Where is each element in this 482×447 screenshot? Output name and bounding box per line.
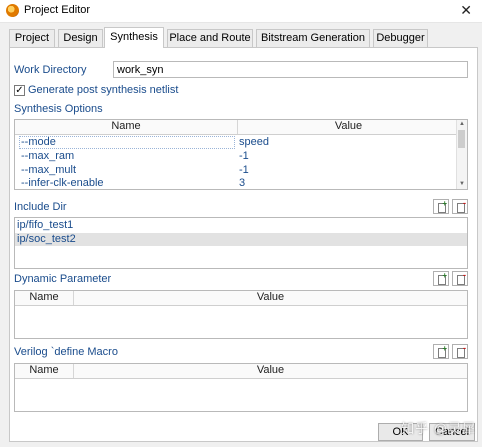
list-item[interactable]: ip/soc_test2 bbox=[15, 233, 467, 246]
remove-define-macro-button[interactable]: - bbox=[452, 344, 468, 359]
add-define-macro-button[interactable]: + bbox=[433, 344, 449, 359]
scrollbar-thumb[interactable] bbox=[458, 130, 465, 148]
generate-netlist-checkbox[interactable]: ✓ bbox=[14, 85, 25, 96]
tab-project[interactable]: Project bbox=[9, 29, 55, 47]
column-header-name[interactable]: Name bbox=[15, 291, 73, 305]
column-header-name[interactable]: Name bbox=[15, 120, 237, 134]
table-row[interactable]: --infer-clk-enable 3 bbox=[15, 177, 459, 189]
column-header-name[interactable]: Name bbox=[15, 364, 73, 378]
column-header-value[interactable]: Value bbox=[74, 364, 467, 378]
table-row[interactable]: --mode speed bbox=[15, 136, 459, 149]
close-icon[interactable]: ✕ bbox=[460, 2, 472, 19]
option-value[interactable]: speed bbox=[239, 136, 269, 149]
scroll-up-icon[interactable]: ▲ bbox=[457, 120, 467, 129]
synthesis-options-label: Synthesis Options bbox=[14, 103, 103, 115]
tab-design[interactable]: Design bbox=[58, 29, 103, 47]
include-dir-label: Include Dir bbox=[14, 201, 67, 213]
table-row[interactable]: --max_mult -1 bbox=[15, 164, 459, 177]
app-logo-icon bbox=[6, 4, 19, 17]
column-header-value[interactable]: Value bbox=[74, 291, 467, 305]
option-value[interactable]: -1 bbox=[239, 164, 249, 177]
scroll-down-icon[interactable]: ▼ bbox=[457, 180, 467, 189]
title-bar: Project Editor ✕ bbox=[0, 0, 482, 23]
option-value[interactable]: -1 bbox=[239, 150, 249, 163]
remove-include-dir-button[interactable]: - bbox=[452, 199, 468, 214]
dynamic-parameter-table: Name Value bbox=[14, 290, 468, 339]
table-header: Name Value bbox=[15, 364, 467, 379]
add-dynamic-parameter-button[interactable]: + bbox=[433, 271, 449, 286]
remove-dynamic-parameter-button[interactable]: - bbox=[452, 271, 468, 286]
work-directory-label: Work Directory bbox=[14, 64, 87, 76]
column-header-value[interactable]: Value bbox=[238, 120, 459, 134]
table-row[interactable]: --max_ram -1 bbox=[15, 150, 459, 163]
include-dir-list: ip/fifo_test1 ip/soc_test2 bbox=[14, 217, 468, 269]
option-value[interactable]: 3 bbox=[239, 177, 245, 189]
tab-bar: Project Design Synthesis Place and Route… bbox=[9, 27, 474, 48]
window-title: Project Editor bbox=[24, 4, 91, 16]
list-item[interactable]: ip/fifo_test1 bbox=[15, 219, 467, 232]
option-name: --infer-clk-enable bbox=[21, 177, 104, 189]
tab-bitstream-generation[interactable]: Bitstream Generation bbox=[256, 29, 370, 47]
option-name: --mode bbox=[21, 136, 56, 148]
table-header: Name Value bbox=[15, 120, 459, 135]
tab-debugger[interactable]: Debugger bbox=[373, 29, 428, 47]
option-name: --max_mult bbox=[21, 164, 77, 176]
tab-place-and-route[interactable]: Place and Route bbox=[167, 29, 253, 47]
add-include-dir-button[interactable]: + bbox=[433, 199, 449, 214]
work-directory-input[interactable] bbox=[113, 61, 468, 78]
table-header: Name Value bbox=[15, 291, 467, 306]
verilog-define-label: Verilog `define Macro bbox=[14, 346, 118, 358]
tab-synthesis[interactable]: Synthesis bbox=[104, 27, 164, 48]
dynamic-parameter-label: Dynamic Parameter bbox=[14, 273, 112, 285]
vertical-scrollbar[interactable]: ▲ ▼ bbox=[456, 120, 467, 189]
verilog-define-table: Name Value bbox=[14, 363, 468, 412]
generate-netlist-label: Generate post synthesis netlist bbox=[28, 84, 179, 96]
synthesis-options-table: Name Value --mode speed --max_ram -1 --m… bbox=[14, 119, 468, 190]
option-name: --max_ram bbox=[21, 150, 75, 162]
watermark: 知乎 @灵犀 bbox=[401, 421, 476, 436]
